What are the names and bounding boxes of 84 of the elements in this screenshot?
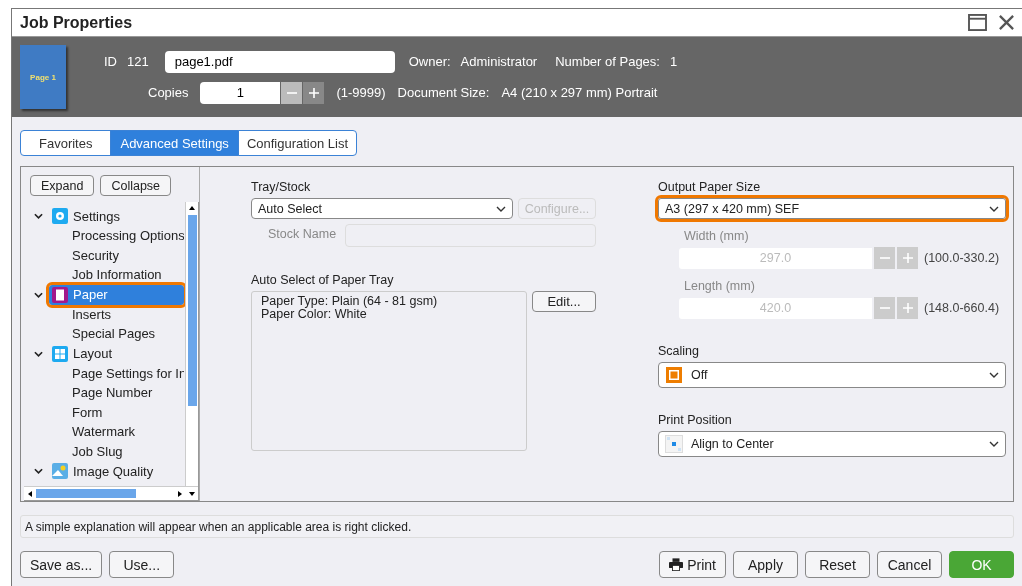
owner-value: Administrator [460, 54, 538, 69]
document-size-value: A4 (210 x 297 mm) Portrait [501, 85, 658, 100]
print-position-dropdown[interactable]: Align to Center [658, 431, 1006, 457]
grid-icon [52, 345, 68, 362]
scroll-up-icon[interactable] [188, 204, 196, 212]
paper-icon [52, 286, 68, 303]
pages-value: 1 [669, 54, 678, 69]
owner-label: Owner: [408, 54, 451, 69]
footer-button[interactable]: Reset [805, 551, 870, 578]
copies-label: Copies [148, 85, 189, 100]
gear-icon [52, 208, 68, 224]
scroll-left-icon[interactable] [26, 489, 34, 498]
chevron-icon[interactable] [34, 350, 43, 357]
file-name-field[interactable]: page1.pdf [164, 50, 395, 73]
chevron-icon[interactable] [34, 468, 43, 474]
scroll-down-icon[interactable] [188, 489, 196, 498]
tab[interactable]: Advanced Settings [110, 130, 239, 156]
dimension-label: Length (mm) [683, 279, 756, 293]
picture-icon [52, 463, 68, 479]
print-button[interactable]: Print [659, 551, 726, 578]
tree-item[interactable]: Inserts [34, 304, 184, 324]
edit-button[interactable]: Edit... [532, 291, 596, 312]
plus-icon [901, 302, 914, 314]
tree-item[interactable]: Special Pages [34, 324, 184, 344]
output-paper-size-label: Output Paper Size [658, 180, 762, 194]
vertical-scrollbar[interactable] [185, 202, 198, 486]
decrement-button[interactable] [281, 81, 303, 104]
tree-item[interactable]: Page Number [34, 383, 184, 403]
dimension-range: (100.0-330.2) [924, 251, 1000, 265]
plus-icon [307, 86, 320, 99]
output-paper-size-dropdown[interactable]: A3 (297 x 420 mm) SEF [658, 198, 1006, 219]
expand-button[interactable]: Expand [30, 175, 95, 196]
chevron-icon[interactable] [34, 291, 43, 298]
scaling-dropdown[interactable]: Off [658, 362, 1006, 388]
chevron-down-icon [989, 205, 999, 212]
tree-item[interactable]: Watermark [34, 422, 184, 442]
pages-label: Number of Pages: [555, 54, 660, 69]
chevron-down-icon [496, 205, 506, 212]
tree-item[interactable]: Image Quality [49, 461, 184, 481]
center-position-icon [665, 435, 683, 453]
plus-icon [901, 252, 914, 264]
scroll-right-icon[interactable] [176, 489, 184, 498]
horizontal-scrollbar[interactable] [24, 486, 198, 500]
stock-name-label: Stock Name [268, 226, 337, 241]
window-title: Job Properties [20, 13, 133, 32]
tree-item[interactable]: Form [34, 402, 184, 422]
footer-button[interactable]: Save as... [20, 551, 103, 578]
scaling-label: Scaling [658, 344, 700, 358]
tree-item[interactable]: Job Slug [34, 441, 184, 461]
copies-field[interactable]: 1 [200, 81, 281, 104]
tree-item[interactable]: Paper [49, 284, 184, 305]
tree-item[interactable]: Processing Options [34, 226, 184, 246]
copies-range: (1-9999) [336, 85, 386, 100]
dimension-label: Width (mm) [683, 229, 750, 243]
footer-button[interactable]: Use... [109, 551, 175, 578]
close-icon[interactable] [997, 14, 1016, 31]
tree-item[interactable]: Security [34, 245, 184, 265]
tree-item[interactable]: Job Information [34, 265, 184, 285]
tray-stock-label: Tray/Stock [251, 180, 312, 194]
paper-attribute: Paper Color: White [261, 308, 367, 321]
page-thumbnail: Page 1 [20, 45, 66, 109]
footer-button[interactable]: Apply [733, 551, 798, 578]
tree-item[interactable]: Layout [49, 343, 184, 364]
square-icon [665, 366, 683, 384]
print-position-label: Print Position [658, 413, 733, 427]
chevron-icon[interactable] [34, 213, 43, 219]
paper-attribute: Paper Type: Plain (64 - 81 gsm) [261, 295, 439, 308]
printer-icon [669, 558, 684, 571]
increment-button[interactable] [303, 81, 325, 104]
hint-text: A simple explanation will appear when an applicable area is right clicked. [25, 519, 412, 534]
collapse-button[interactable]: Collapse [100, 175, 172, 196]
footer-button[interactable]: Cancel [877, 551, 942, 578]
document-size-label: Document Size: [397, 85, 490, 100]
tab[interactable]: Favorites [20, 130, 112, 156]
auto-select-label: Auto Select of Paper Tray [251, 273, 395, 287]
id-label: ID [104, 54, 117, 69]
chevron-down-icon [989, 441, 999, 447]
id-value: 121 [127, 54, 149, 69]
chevron-down-icon [989, 372, 999, 378]
dimension-range: (148.0-660.4) [924, 301, 1000, 315]
window-icon[interactable] [968, 14, 987, 31]
tray-stock-dropdown[interactable]: Auto Select [251, 198, 513, 219]
tab[interactable]: Configuration List [237, 130, 358, 156]
tree-item[interactable]: Settings [49, 206, 184, 226]
